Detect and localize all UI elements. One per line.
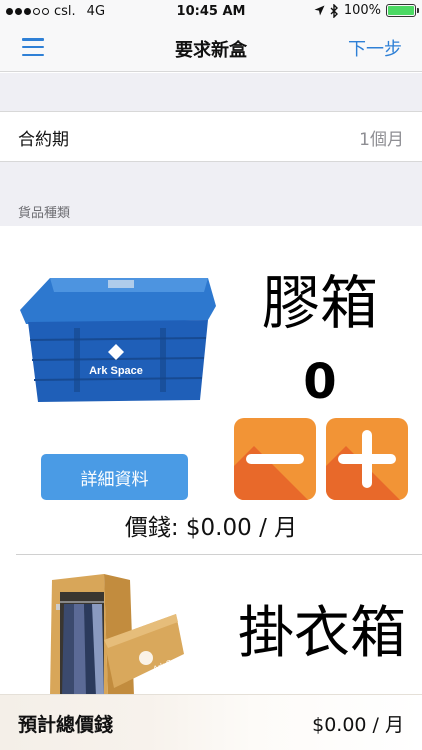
contract-period-label: 合約期 <box>18 130 69 150</box>
goods-type-label: 貨品種類 <box>18 206 71 221</box>
location-arrow-icon <box>314 5 325 16</box>
divider <box>16 554 422 555</box>
minus-icon <box>246 454 304 464</box>
total-price-label: 預計總價錢 <box>18 714 114 736</box>
contract-period-row[interactable]: 合約期 1個月 <box>0 111 422 162</box>
next-button[interactable]: 下一步 <box>348 35 402 61</box>
section-header: 貨品種類 <box>0 162 422 226</box>
spacer <box>0 73 422 111</box>
decrement-button[interactable] <box>234 418 316 500</box>
product-name-2: 掛衣箱 <box>238 601 406 666</box>
battery-icon <box>386 4 419 17</box>
battery-percent: 100% <box>343 3 381 18</box>
status-right: 100% <box>314 3 419 18</box>
status-bar: csl. 4G 10:45 AM 100% <box>0 0 422 24</box>
total-price-value: $0.00 / 月 <box>312 714 404 736</box>
contract-period-value: 1個月 <box>359 130 404 150</box>
navigation-bar: 要求新盒 下一步 <box>0 24 422 72</box>
bluetooth-icon <box>330 3 338 18</box>
total-price-bar: 預計總價錢 $0.00 / 月 <box>0 694 422 750</box>
increment-button[interactable] <box>326 418 408 500</box>
details-button[interactable]: 詳細資料 <box>41 454 188 500</box>
quantity-value: 0 <box>303 354 337 410</box>
price-text: 價錢: $0.00 / 月 <box>124 515 298 541</box>
box-brand-text: Ark Space <box>89 365 143 377</box>
wardrobe-box-image: Ark Space <box>50 574 189 696</box>
plus-icon-vertical <box>362 430 372 488</box>
product-name: 膠箱 <box>261 269 378 337</box>
plastic-box-image: Ark Space <box>20 278 216 402</box>
